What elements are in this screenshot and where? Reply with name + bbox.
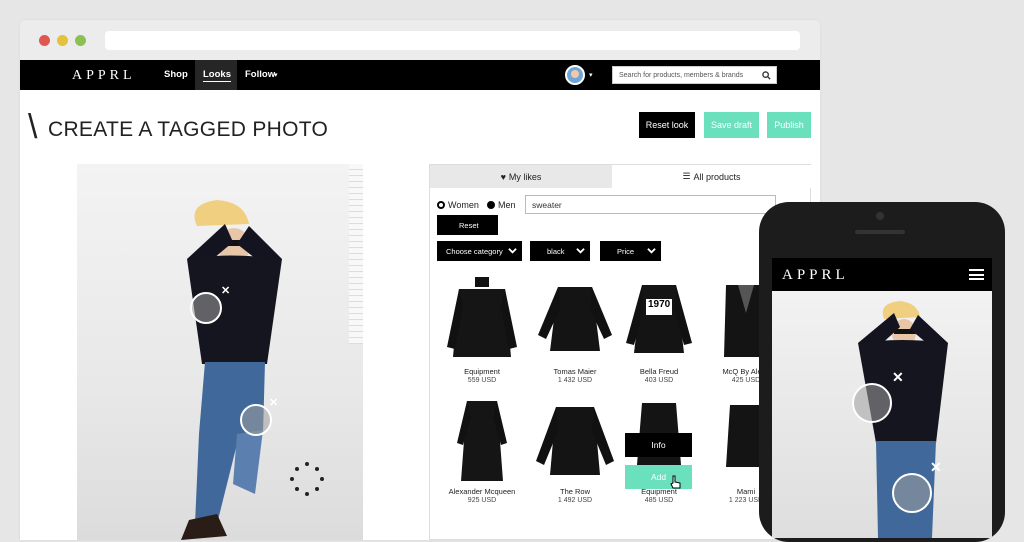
product-name: Tomas Maier: [553, 367, 597, 376]
address-bar[interactable]: [105, 31, 800, 50]
page-title: \ CREATE A TAGGED PHOTO: [28, 108, 329, 146]
price-select[interactable]: Price: [600, 241, 661, 261]
mobile-nav: APPRL: [772, 258, 992, 291]
title-slash: \: [28, 108, 38, 146]
search-placeholder: Search for products, members & brands: [619, 72, 744, 79]
turtleneck-image: [437, 273, 527, 365]
search-input[interactable]: Search for products, members & brands: [612, 66, 777, 84]
nav-shop[interactable]: Shop: [164, 69, 188, 80]
save-draft-button[interactable]: Save draft: [704, 112, 759, 138]
search-icon[interactable]: [762, 71, 771, 80]
product-price: 1 492 USD: [557, 497, 593, 504]
select-value: black: [547, 246, 565, 256]
product-name: The Row: [559, 487, 590, 496]
hand-cursor-icon: [670, 475, 681, 489]
browser-chrome: [20, 20, 820, 60]
heart-icon: ♥: [500, 171, 506, 182]
look-photo[interactable]: ✕ ✕: [77, 164, 363, 540]
tag-close-icon[interactable]: ✕: [892, 369, 904, 386]
tag-close-icon[interactable]: ✕: [269, 396, 278, 409]
select-value: Choose category: [446, 246, 503, 256]
follow-chevron-down-icon: ▾: [274, 72, 278, 79]
nav-looks[interactable]: Looks: [203, 69, 231, 82]
chevron-down-icon: [508, 248, 517, 254]
mobile-screen: APPRL ✕ ✕: [772, 258, 992, 538]
product-price: 485 USD: [644, 497, 674, 504]
color-select[interactable]: black: [530, 241, 590, 261]
maximize-dot[interactable]: [75, 35, 86, 46]
product-card[interactable]: 1970 Bella Freud 403 USD: [614, 273, 704, 385]
tab-label: My likes: [508, 171, 542, 182]
reset-filter-button[interactable]: Reset: [437, 215, 498, 235]
publish-button[interactable]: Publish: [767, 112, 811, 138]
tag-circle[interactable]: [892, 473, 932, 513]
category-select[interactable]: Choose category: [437, 241, 522, 261]
product-name: Alexander Mcqueen: [448, 487, 516, 496]
chevron-down-icon: [647, 248, 656, 254]
tag-close-icon[interactable]: ✕: [221, 284, 230, 297]
print-text: 1970: [648, 299, 671, 310]
dress-image: [437, 393, 527, 485]
mobile-look-photo[interactable]: ✕ ✕: [772, 291, 992, 538]
women-radio[interactable]: Women: [437, 200, 479, 210]
logo[interactable]: APPRL: [72, 68, 136, 84]
speaker: [855, 230, 905, 234]
chevron-down-icon: [576, 248, 585, 254]
avatar-chevron-down-icon: ▾: [589, 72, 593, 79]
reset-look-button[interactable]: Reset look: [639, 112, 695, 138]
product-search-input[interactable]: sweater: [525, 195, 776, 214]
mobile-device: APPRL ✕ ✕: [759, 202, 1005, 542]
tag-circle[interactable]: [190, 292, 222, 324]
men-radio[interactable]: Men: [487, 200, 516, 210]
product-price: 925 USD: [467, 497, 497, 504]
tag-circle[interactable]: [240, 404, 272, 436]
tab-my-likes[interactable]: ♥ My likes: [430, 165, 612, 188]
product-price: 559 USD: [467, 377, 497, 384]
close-dot[interactable]: [39, 35, 50, 46]
print-sweater-image: 1970: [614, 273, 704, 365]
product-card[interactable]: Alexander Mcqueen 925 USD: [437, 393, 527, 505]
tab-all-products[interactable]: ☰ All products: [612, 165, 811, 188]
crewneck-image: [530, 393, 620, 485]
top-nav: APPRL Shop Looks Follow ▾ ▾ Search for p…: [20, 60, 820, 90]
product-price: 1 432 USD: [557, 377, 593, 384]
avatar[interactable]: [565, 65, 585, 85]
browser-window: APPRL Shop Looks Follow ▾ ▾ Search for p…: [20, 20, 820, 540]
hamburger-menu-icon[interactable]: [969, 269, 984, 280]
product-card[interactable]: Equipment 559 USD: [437, 273, 527, 385]
radio-label: Men: [498, 200, 516, 210]
mobile-logo[interactable]: APPRL: [782, 267, 849, 284]
nav-follow[interactable]: Follow: [245, 69, 275, 80]
tag-circle[interactable]: [852, 383, 892, 423]
title-text: CREATE A TAGGED PHOTO: [48, 118, 329, 141]
info-button[interactable]: Info: [625, 433, 692, 457]
model-figure: [181, 200, 324, 540]
product-name: Equipment: [464, 367, 500, 376]
product-card[interactable]: Tomas Maier 1 432 USD: [530, 273, 620, 385]
product-price: 403 USD: [644, 377, 674, 384]
product-card[interactable]: The Row 1 492 USD: [530, 393, 620, 505]
tag-close-icon[interactable]: ✕: [930, 459, 942, 476]
sweater-image: [530, 273, 620, 365]
list-icon: ☰: [682, 171, 691, 181]
minimize-dot[interactable]: [57, 35, 68, 46]
product-panel: ♥ My likes ☰ All products Women Men swea…: [429, 164, 811, 540]
product-name: Bella Freud: [639, 367, 679, 376]
camera: [876, 212, 884, 220]
select-value: Price: [617, 246, 635, 256]
tab-label: All products: [693, 171, 741, 182]
radio-label: Women: [448, 200, 479, 210]
